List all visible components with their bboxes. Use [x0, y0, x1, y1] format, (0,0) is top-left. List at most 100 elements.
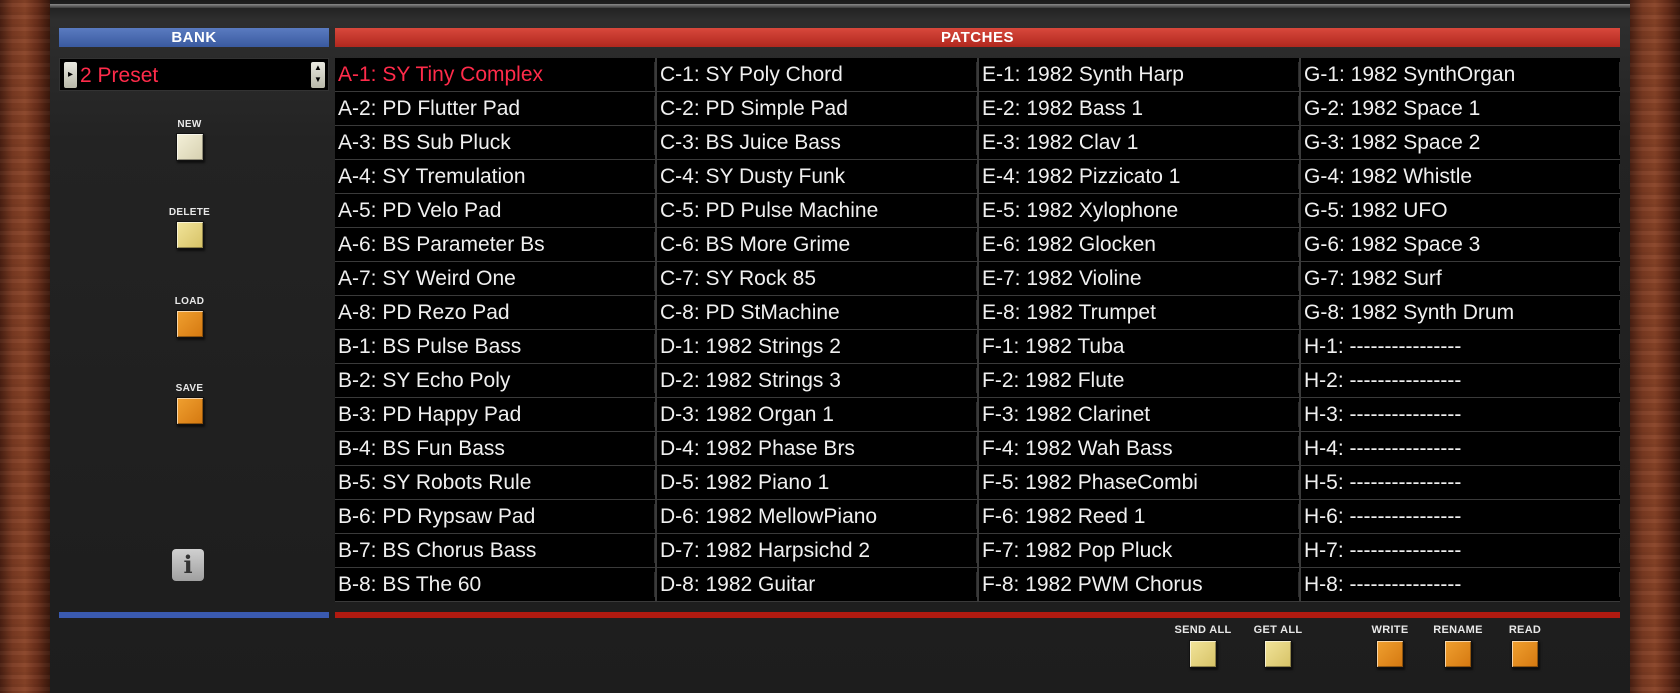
bank-select-value: 2 Preset: [80, 64, 159, 87]
patch-column-ef: E-1: 1982 Synth Harp E-2: 1982 Bass 1 E-…: [979, 58, 1299, 602]
patch-cell[interactable]: F-1: 1982 Tuba: [979, 330, 1299, 364]
patch-cell[interactable]: D-7: 1982 Harpsichd 2: [657, 534, 977, 568]
patch-cell[interactable]: G-7: 1982 Surf: [1301, 262, 1620, 296]
patch-cell[interactable]: D-4: 1982 Phase Brs: [657, 432, 977, 466]
patch-column-cd: C-1: SY Poly Chord C-2: PD Simple Pad C-…: [657, 58, 977, 602]
patch-cell[interactable]: C-5: PD Pulse Machine: [657, 194, 977, 228]
patch-cell[interactable]: F-5: 1982 PhaseCombi: [979, 466, 1299, 500]
patch-cell[interactable]: B-3: PD Happy Pad: [335, 398, 655, 432]
patch-cell[interactable]: H-8: ----------------: [1301, 568, 1620, 602]
patch-cell[interactable]: A-1: SY Tiny Complex: [335, 58, 655, 92]
delete-button[interactable]: DELETE: [162, 207, 217, 254]
patch-cell[interactable]: C-8: PD StMachine: [657, 296, 977, 330]
patch-cell[interactable]: B-5: SY Robots Rule: [335, 466, 655, 500]
load-button-key[interactable]: [175, 310, 204, 338]
patch-cell[interactable]: C-1: SY Poly Chord: [657, 58, 977, 92]
patch-cell[interactable]: E-6: 1982 Glocken: [979, 228, 1299, 262]
patch-cell[interactable]: F-4: 1982 Wah Bass: [979, 432, 1299, 466]
bank-menu-arrow-icon[interactable]: ▸: [64, 62, 77, 88]
save-button-key[interactable]: [175, 397, 204, 425]
send-all-key[interactable]: [1189, 640, 1217, 668]
patch-cell[interactable]: F-6: 1982 Reed 1: [979, 500, 1299, 534]
get-all-button[interactable]: GET ALL: [1243, 624, 1313, 673]
patch-cell[interactable]: E-7: 1982 Violine: [979, 262, 1299, 296]
patch-cell[interactable]: E-3: 1982 Clav 1: [979, 126, 1299, 160]
patch-cell[interactable]: C-4: SY Dusty Funk: [657, 160, 977, 194]
patches-footer-bar: [335, 612, 1620, 618]
patch-cell[interactable]: G-3: 1982 Space 2: [1301, 126, 1620, 160]
patch-cell[interactable]: B-8: BS The 60: [335, 568, 655, 602]
patch-cell[interactable]: G-6: 1982 Space 3: [1301, 228, 1620, 262]
bank-header: BANK: [59, 28, 329, 47]
patch-cell[interactable]: D-8: 1982 Guitar: [657, 568, 977, 602]
read-button[interactable]: READ: [1490, 624, 1560, 673]
patch-cell[interactable]: G-4: 1982 Whistle: [1301, 160, 1620, 194]
patch-cell[interactable]: G-2: 1982 Space 1: [1301, 92, 1620, 126]
load-button[interactable]: LOAD: [162, 296, 217, 343]
patch-column-ab: A-1: SY Tiny Complex A-2: PD Flutter Pad…: [335, 58, 655, 602]
bank-spinner-icon[interactable]: ▲ ▼: [311, 62, 325, 88]
patch-cell[interactable]: H-6: ----------------: [1301, 500, 1620, 534]
patch-cell[interactable]: E-4: 1982 Pizzicato 1: [979, 160, 1299, 194]
save-button-label: SAVE: [175, 383, 204, 394]
patch-cell[interactable]: A-3: BS Sub Pluck: [335, 126, 655, 160]
patch-cell[interactable]: C-3: BS Juice Bass: [657, 126, 977, 160]
patch-cell[interactable]: D-5: 1982 Piano 1: [657, 466, 977, 500]
delete-button-label: DELETE: [168, 207, 211, 218]
patch-cell[interactable]: E-1: 1982 Synth Harp: [979, 58, 1299, 92]
patch-cell[interactable]: D-6: 1982 MellowPiano: [657, 500, 977, 534]
rename-key[interactable]: [1444, 640, 1472, 668]
patch-cell[interactable]: D-3: 1982 Organ 1: [657, 398, 977, 432]
patch-cell[interactable]: G-1: 1982 SynthOrgan: [1301, 58, 1620, 92]
patch-cell[interactable]: A-5: PD Velo Pad: [335, 194, 655, 228]
info-icon[interactable]: i: [172, 549, 204, 581]
patch-cell[interactable]: A-7: SY Weird One: [335, 262, 655, 296]
patch-cell[interactable]: A-6: BS Parameter Bs: [335, 228, 655, 262]
write-key[interactable]: [1376, 640, 1404, 668]
patch-cell[interactable]: F-7: 1982 Pop Pluck: [979, 534, 1299, 568]
patch-cell[interactable]: C-6: BS More Grime: [657, 228, 977, 262]
write-button[interactable]: WRITE: [1355, 624, 1425, 673]
patch-cell[interactable]: E-8: 1982 Trumpet: [979, 296, 1299, 330]
patch-cell[interactable]: B-7: BS Chorus Bass: [335, 534, 655, 568]
patch-cell[interactable]: B-2: SY Echo Poly: [335, 364, 655, 398]
read-key[interactable]: [1511, 640, 1539, 668]
new-button-label: NEW: [177, 119, 202, 130]
patch-cell[interactable]: E-5: 1982 Xylophone: [979, 194, 1299, 228]
patch-cell[interactable]: G-5: 1982 UFO: [1301, 194, 1620, 228]
patch-cell[interactable]: E-2: 1982 Bass 1: [979, 92, 1299, 126]
patch-cell[interactable]: H-5: ----------------: [1301, 466, 1620, 500]
get-all-key[interactable]: [1264, 640, 1292, 668]
patch-cell[interactable]: H-3: ----------------: [1301, 398, 1620, 432]
send-all-label: SEND ALL: [1174, 624, 1232, 636]
patch-cell[interactable]: A-4: SY Tremulation: [335, 160, 655, 194]
patch-cell[interactable]: D-1: 1982 Strings 2: [657, 330, 977, 364]
new-button-key[interactable]: [175, 133, 204, 161]
patch-cell[interactable]: D-2: 1982 Strings 3: [657, 364, 977, 398]
bank-footer-bar: [59, 612, 329, 618]
read-label: READ: [1508, 624, 1542, 636]
patch-cell[interactable]: B-6: PD Rypsaw Pad: [335, 500, 655, 534]
patch-cell[interactable]: H-1: ----------------: [1301, 330, 1620, 364]
patch-cell[interactable]: F-8: 1982 PWM Chorus: [979, 568, 1299, 602]
patch-cell[interactable]: F-2: 1982 Flute: [979, 364, 1299, 398]
patch-cell[interactable]: H-2: ----------------: [1301, 364, 1620, 398]
get-all-label: GET ALL: [1253, 624, 1303, 636]
patch-cell[interactable]: H-4: ----------------: [1301, 432, 1620, 466]
patch-cell[interactable]: F-3: 1982 Clarinet: [979, 398, 1299, 432]
patch-cell[interactable]: H-7: ----------------: [1301, 534, 1620, 568]
send-all-button[interactable]: SEND ALL: [1168, 624, 1238, 673]
save-button[interactable]: SAVE: [162, 383, 217, 430]
rename-button[interactable]: RENAME: [1423, 624, 1493, 673]
patch-cell[interactable]: A-2: PD Flutter Pad: [335, 92, 655, 126]
delete-button-key[interactable]: [175, 221, 204, 249]
bank-select[interactable]: ▸ 2 Preset ▲ ▼: [59, 58, 329, 91]
patch-cell[interactable]: A-8: PD Rezo Pad: [335, 296, 655, 330]
patch-cell[interactable]: C-7: SY Rock 85: [657, 262, 977, 296]
patch-grid: A-1: SY Tiny Complex A-2: PD Flutter Pad…: [335, 58, 1620, 602]
new-button[interactable]: NEW: [162, 119, 217, 166]
patch-cell[interactable]: C-2: PD Simple Pad: [657, 92, 977, 126]
patch-cell[interactable]: G-8: 1982 Synth Drum: [1301, 296, 1620, 330]
patch-cell[interactable]: B-1: BS Pulse Bass: [335, 330, 655, 364]
patch-cell[interactable]: B-4: BS Fun Bass: [335, 432, 655, 466]
